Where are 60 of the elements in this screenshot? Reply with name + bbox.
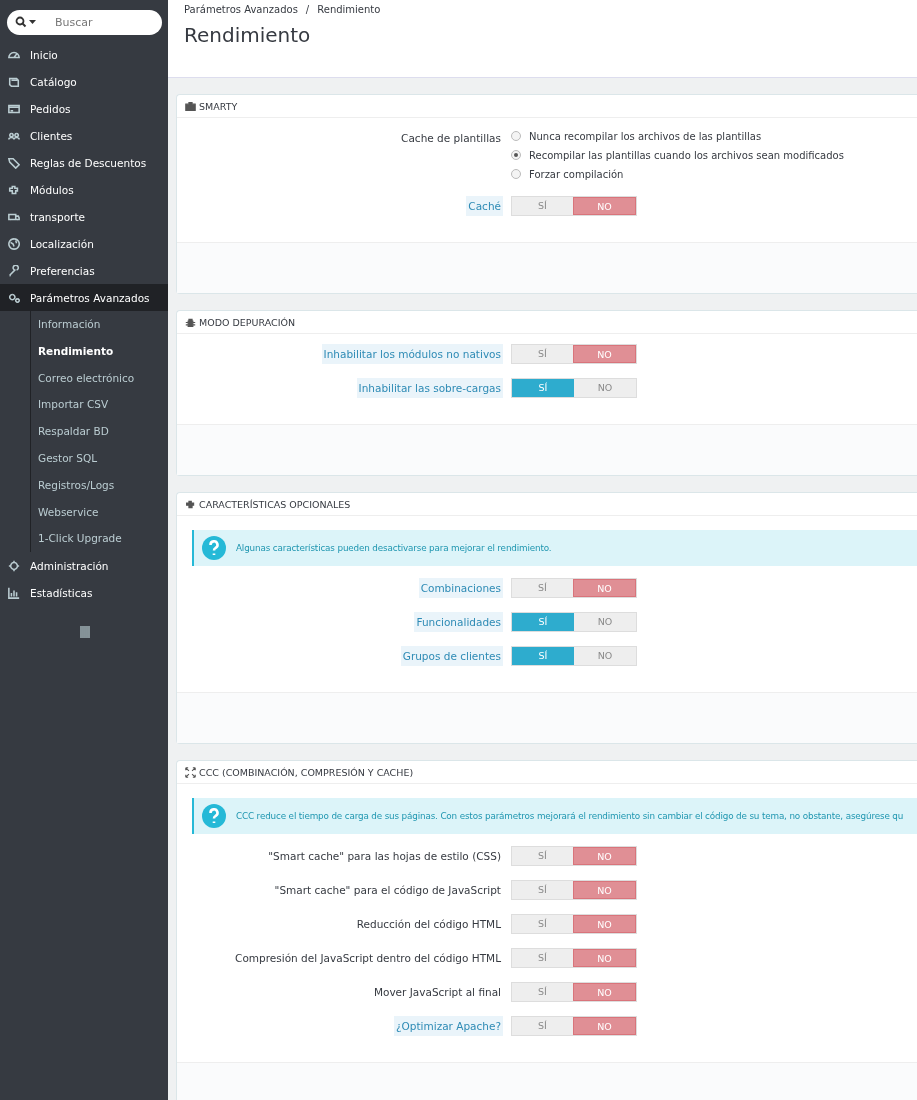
field-label: "Smart cache" para las hojas de estilo (CSS) [267,849,502,864]
field-label: Combinaciones [418,578,503,598]
nav-item[interactable]: Reglas de Descuentos [0,149,168,176]
info-text: CCC reduce el tiempo de carga de sus páginas. Con estos parámetros mejorará el rendimiento sin cambiar el código de su tema, no obstante, asegúrese qu [236,811,904,821]
nav-item[interactable]: Localización [0,230,168,257]
bug-icon [185,316,196,328]
submenu-item[interactable]: Importar CSV [31,391,168,419]
panel-title: CARACTERÍSTICAS OPCIONALES [199,498,351,510]
chart-icon [8,586,20,599]
field-label: Caché [466,196,503,216]
field-label: ¿Optimizar Apache? [393,1016,503,1036]
breadcrumb-separator: / [305,4,310,15]
radio-button[interactable] [511,169,521,179]
info-text: Algunas características pueden desactivarse para mejorar el rendimiento. [236,543,552,553]
field-label: Grupos de clientes [400,646,503,666]
submenu-item[interactable]: Registros/Logs [31,471,168,499]
nav-item[interactable]: Clientes [0,122,168,149]
nav-item[interactable]: Parámetros Avanzados [0,284,168,311]
field-label: Compresión del JavaScript dentro del código HTML [234,951,502,966]
field-label: Inhabilitar las sobre-cargas [356,378,503,398]
field-label: Reducción del código HTML [355,917,502,932]
submenu-item[interactable]: Correo electrónico [31,364,168,392]
tags-icon [8,156,20,169]
breadcrumb-link[interactable]: Parámetros Avanzados [184,4,298,15]
page-title: Rendimiento [184,23,312,47]
nav-item[interactable]: Pedidos [0,95,168,122]
panel-title: CCC (COMBINACIÓN, COMPRESIÓN Y CACHE) [199,766,414,778]
expand-icon [185,766,196,778]
nav-item[interactable]: Inicio [0,41,168,68]
field-label: "Smart cache" para el código de JavaScript [273,883,502,898]
submenu-item[interactable]: Gestor SQL [31,445,168,472]
submenu-item[interactable]: 1-Click Upgrade [31,525,168,553]
field-label: Funcionalidades [414,612,503,632]
search-field[interactable]: Buscar [7,10,162,35]
radio-label: Nunca recompilar los archivos de las plantillas [529,130,762,142]
nav-item[interactable]: Catálogo [0,68,168,95]
help-icon [202,804,226,828]
field-label: Mover JavaScript al final [372,985,502,1000]
field-label: Cache de plantillas [400,131,502,146]
panel-title: SMARTY [199,100,238,112]
panel-title: MODO DEPURACIÓN [199,316,296,328]
nav-item[interactable]: Estadísticas [0,579,168,607]
submenu-item[interactable]: Información [31,311,168,338]
radio-label: Forzar compilación [529,168,624,180]
help-icon [202,536,226,560]
nav-item[interactable]: Módulos [0,176,168,203]
breadcrumb-link[interactable]: Rendimiento [317,4,381,15]
submenu-item[interactable]: Webservice [31,498,168,526]
nav-item[interactable]: transporte [0,203,168,230]
card-icon [8,102,20,115]
radio-label: Recompilar las plantillas cuando los archivos sean modificados [529,149,844,161]
radio-button[interactable] [511,131,521,141]
nav-item[interactable]: Administración [0,552,168,580]
submenu-item[interactable]: Rendimiento [31,337,168,365]
briefcase-icon [185,100,196,112]
nav-item[interactable]: Preferencias [0,257,168,284]
book-icon [8,75,20,88]
field-label: Inhabilitar los módulos no nativos [321,344,503,364]
submenu-item[interactable]: Respaldar BD [31,418,168,445]
radio-button[interactable] [511,150,521,160]
